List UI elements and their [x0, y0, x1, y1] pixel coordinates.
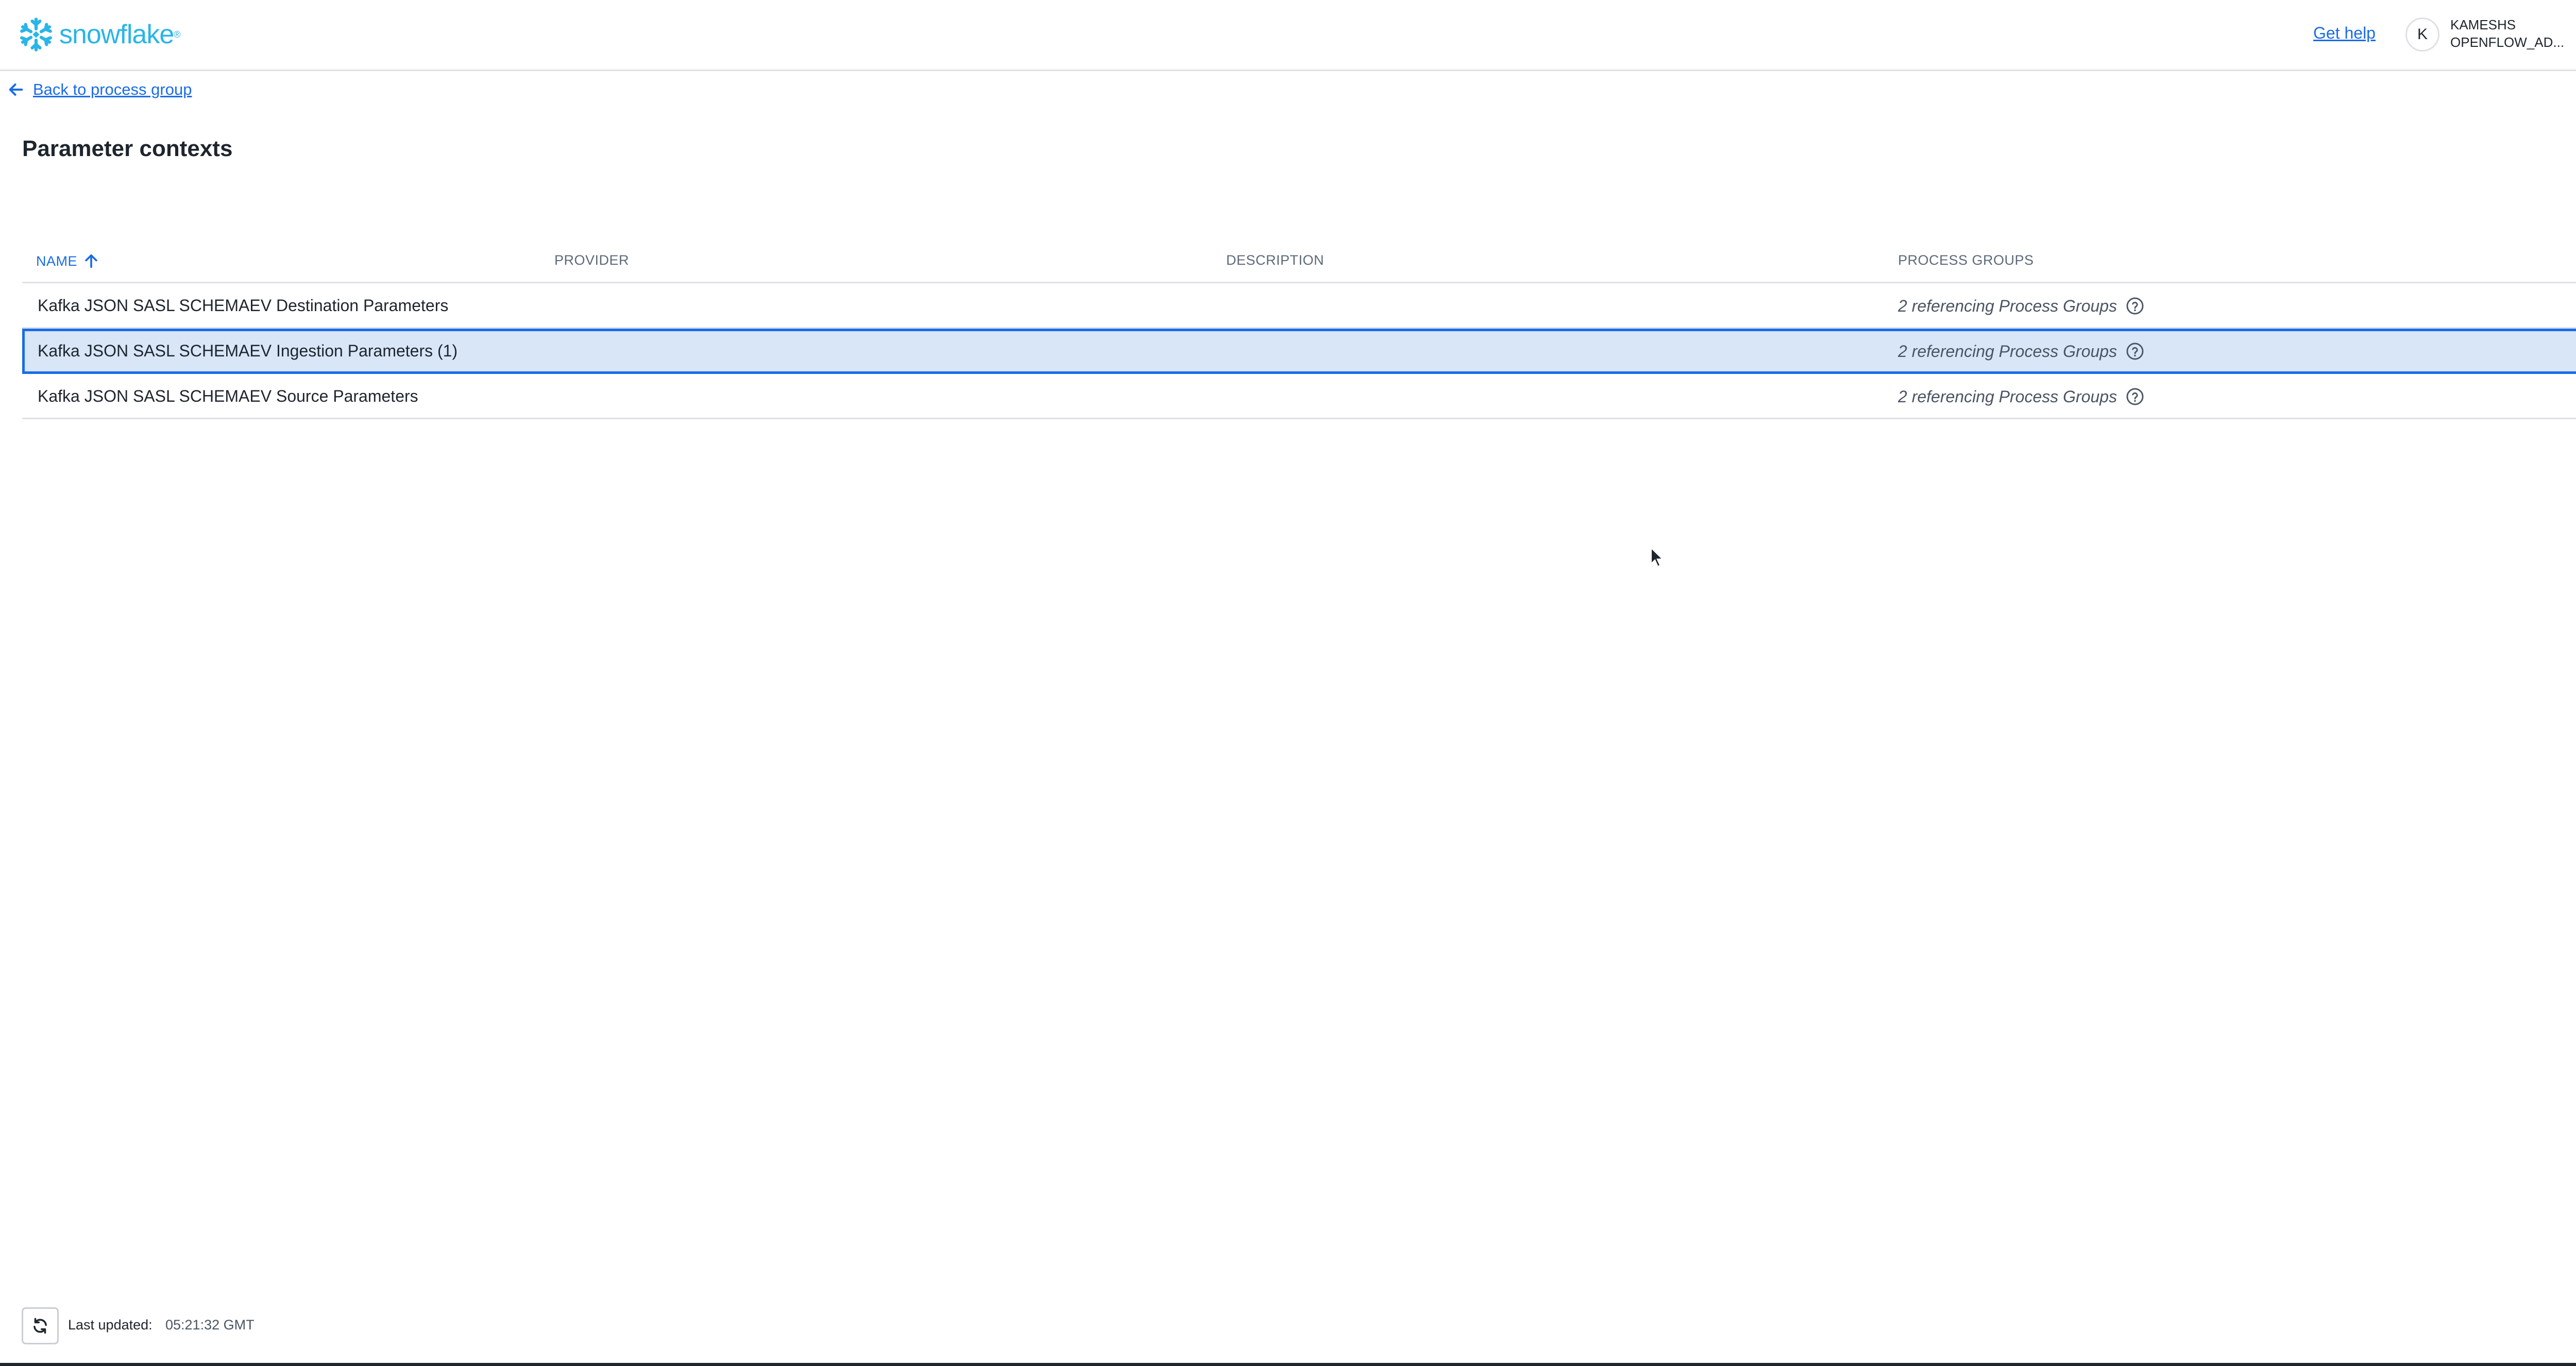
column-header-name-label: NAME	[36, 253, 78, 269]
table-row[interactable]: Kafka JSON SASL SCHEMAEV Destination Par…	[22, 283, 2576, 329]
arrow-left-icon	[9, 83, 23, 96]
parameter-contexts-table: NAME PROVIDER DESCRIPTION PROCESS GROUPS…	[22, 242, 2576, 419]
row-name: Kafka JSON SASL SCHEMAEV Ingestion Param…	[38, 341, 458, 360]
column-header-description[interactable]: DESCRIPTION	[1226, 252, 1324, 268]
column-header-process-groups[interactable]: PROCESS GROUPS	[1898, 252, 2034, 268]
row-process-groups: 2 referencing Process Groups	[1898, 296, 2145, 316]
mouse-cursor-icon	[1651, 547, 1664, 567]
table-row[interactable]: Kafka JSON SASL SCHEMAEV Source Paramete…	[22, 374, 2576, 419]
row-process-groups-label: 2 referencing Process Groups	[1898, 387, 2117, 406]
top-bar: snowflake ® Get help K KAMESHS OPENFLOW_A…	[0, 0, 2576, 71]
user-role[interactable]: OPENFLOW_AD...	[2450, 33, 2564, 52]
row-process-groups: 2 referencing Process Groups	[1898, 341, 2145, 361]
brand-name: snowflake	[59, 20, 174, 49]
table-row-selected[interactable]: Kafka JSON SASL SCHEMAEV Ingestion Param…	[22, 329, 2576, 374]
page-title: Parameter contexts	[22, 136, 233, 161]
row-process-groups: 2 referencing Process Groups	[1898, 387, 2145, 406]
question-circle-icon[interactable]	[2125, 341, 2145, 361]
snowflake-logo[interactable]: snowflake ®	[17, 15, 181, 54]
column-header-provider[interactable]: PROVIDER	[554, 252, 629, 268]
back-to-process-group-link[interactable]: Back to process group	[7, 80, 192, 99]
user-name[interactable]: KAMESHS	[2450, 15, 2516, 34]
refresh-button[interactable]	[22, 1307, 59, 1344]
get-help-link[interactable]: Get help	[2313, 24, 2376, 43]
column-header-name[interactable]: NAME	[36, 252, 100, 270]
row-process-groups-label: 2 referencing Process Groups	[1898, 296, 2117, 315]
avatar[interactable]: K	[2405, 18, 2439, 52]
refresh-icon	[33, 1318, 47, 1334]
row-name: Kafka JSON SASL SCHEMAEV Source Paramete…	[38, 387, 418, 405]
question-circle-icon[interactable]	[2125, 387, 2145, 406]
row-name: Kafka JSON SASL SCHEMAEV Destination Par…	[38, 296, 449, 315]
window-bottom-edge	[0, 1363, 2576, 1366]
last-updated-label: Last updated:	[68, 1317, 152, 1333]
arrow-up-icon	[85, 254, 97, 268]
last-updated-value: 05:21:32 GMT	[165, 1317, 255, 1333]
back-link-label[interactable]: Back to process group	[33, 80, 192, 99]
question-circle-icon[interactable]	[2125, 296, 2145, 316]
registered-mark: ®	[174, 29, 181, 40]
snowflake-logo-icon	[20, 18, 52, 52]
table-header: NAME PROVIDER DESCRIPTION PROCESS GROUPS	[22, 242, 2576, 283]
row-process-groups-label: 2 referencing Process Groups	[1898, 341, 2117, 361]
